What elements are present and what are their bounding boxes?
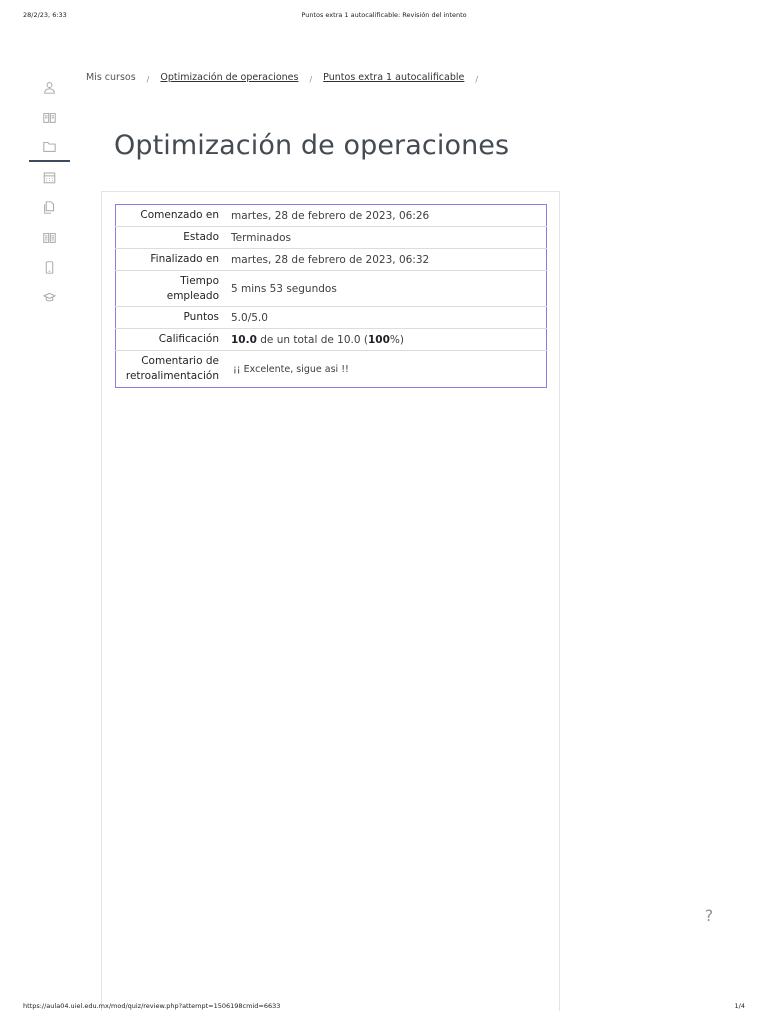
help-button[interactable]: ? <box>702 906 716 925</box>
breadcrumb: Mis cursos / Optimización de operaciones… <box>86 72 489 84</box>
finished-value: martes, 28 de febrero de 2023, 06:32 <box>229 248 547 271</box>
sidebar-item-course-content[interactable] <box>29 132 70 162</box>
sidebar-item-grades[interactable] <box>29 102 70 132</box>
summary-row-time: Tiempo empleado 5 mins 53 segundos <box>115 270 547 307</box>
print-footer: https://aula04.uiel.edu.mx/mod/quiz/revi… <box>0 1002 768 1012</box>
feedback-label-line-1: Comentario de <box>141 355 219 367</box>
finished-label: Finalizado en <box>115 248 229 271</box>
grade-value: 10.0 de un total de 10.0 (100%) <box>229 328 547 351</box>
state-value: Terminados <box>229 226 547 249</box>
print-page-count: 1/4 <box>734 1002 745 1010</box>
breadcrumb-separator: / <box>146 75 150 84</box>
summary-row-feedback: Comentario de retroalimentación ¡¡ Excel… <box>115 350 547 388</box>
time-label-line-1: Tiempo <box>180 274 219 287</box>
grade-label: Calificación <box>115 328 229 351</box>
state-label: Estado <box>115 226 229 249</box>
book-open-icon <box>43 232 56 243</box>
started-value: martes, 28 de febrero de 2023, 06:26 <box>231 209 430 222</box>
sidebar-item-participants[interactable] <box>29 72 70 102</box>
breadcrumb-quiz[interactable]: Puntos extra 1 autocalificable <box>323 72 464 83</box>
book-icon <box>43 112 56 123</box>
started-label: Comenzado en <box>140 209 219 221</box>
breadcrumb-course[interactable]: Optimización de operaciones <box>160 72 298 83</box>
sidebar-item-mobile[interactable] <box>29 252 70 282</box>
summary-row-finished: Finalizado en martes, 28 de febrero de 2… <box>115 248 547 271</box>
points-value: 5.0/5.0 <box>229 306 547 329</box>
grade-score: 10.0 <box>231 333 257 346</box>
attempt-summary-table: Comenzado en martes, 28 de febrero de 20… <box>115 204 547 388</box>
sidebar-item-files[interactable] <box>29 192 70 222</box>
breadcrumb-separator: / <box>475 75 479 84</box>
page-title: Optimización de operaciones <box>114 130 510 161</box>
summary-row-started: Comenzado en martes, 28 de febrero de 20… <box>116 205 547 227</box>
print-header: 28/2/23, 6:33 Puntos extra 1 autocalific… <box>0 11 768 21</box>
time-label: Tiempo empleado <box>115 270 229 307</box>
print-page-title: Puntos extra 1 autocalificable: Revisión… <box>301 11 467 19</box>
feedback-label-line-2: retroalimentación <box>125 370 219 382</box>
mobile-icon <box>45 260 54 274</box>
sidebar-item-academic[interactable] <box>29 282 70 312</box>
graduation-cap-icon <box>43 292 56 301</box>
feedback-text: ¡¡ Excelente, sigue asi !! <box>233 364 349 375</box>
summary-row-grade: Calificación 10.0 de un total de 10.0 (1… <box>115 328 547 351</box>
feedback-value: ¡¡ Excelente, sigue asi !! <box>229 350 547 388</box>
summary-row-state: Estado Terminados <box>115 226 547 249</box>
time-label-line-2: empleado <box>166 289 219 302</box>
summary-row-points: Puntos 5.0/5.0 <box>115 306 547 329</box>
breadcrumb-my-courses[interactable]: Mis cursos <box>86 72 136 83</box>
points-label: Puntos <box>115 306 229 329</box>
feedback-label: Comentario de retroalimentación <box>115 350 229 388</box>
print-url: https://aula04.uiel.edu.mx/mod/quiz/revi… <box>23 1002 281 1010</box>
user-icon <box>44 81 55 94</box>
grade-end: %) <box>389 333 404 346</box>
course-sidebar <box>29 72 70 312</box>
sidebar-item-library[interactable] <box>29 222 70 252</box>
folder-icon <box>43 141 56 152</box>
grade-percent: 100 <box>368 333 390 346</box>
grade-middle: de un total de 10.0 ( <box>256 333 368 346</box>
copy-icon <box>44 200 55 214</box>
time-value: 5 mins 53 segundos <box>229 270 547 307</box>
breadcrumb-separator: / <box>309 75 313 84</box>
calendar-icon <box>43 172 56 183</box>
sidebar-item-calendar[interactable] <box>29 162 70 192</box>
